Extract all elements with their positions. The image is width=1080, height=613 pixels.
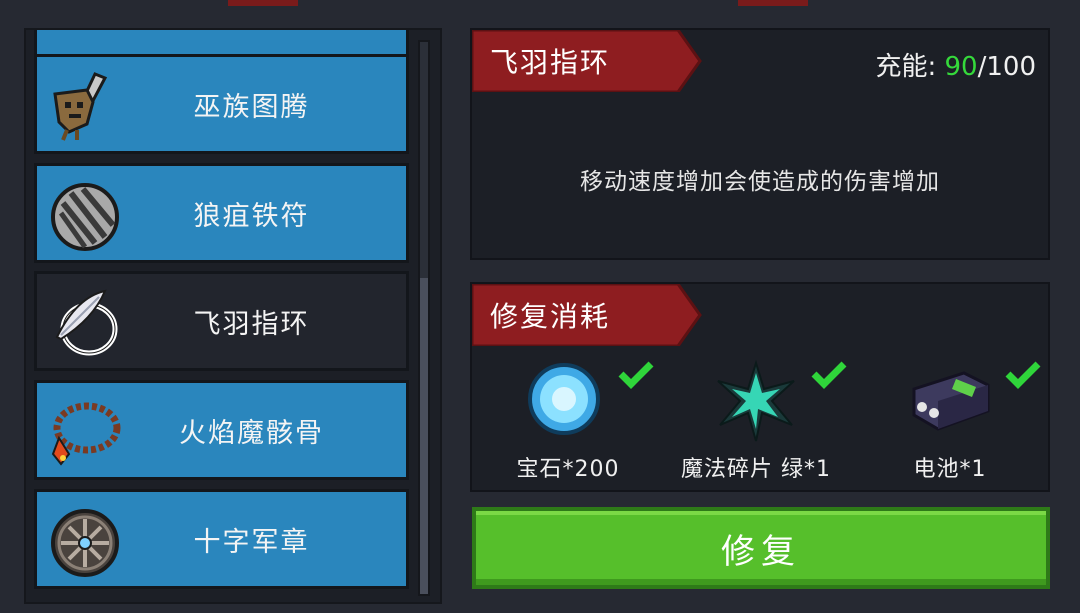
- battery-icon: [904, 359, 996, 447]
- magic-shard-green-icon: [714, 359, 798, 447]
- relic-description: 移动速度增加会使造成的伤害增加: [580, 169, 940, 195]
- check-icon: [618, 359, 654, 393]
- material-battery: 电池*1: [860, 359, 1041, 489]
- material-gem: 宝石*200: [478, 359, 658, 489]
- material-label: 宝石*200: [516, 457, 620, 482]
- list-item-totem[interactable]: 巫族图腾: [34, 54, 409, 154]
- list-item-label: 巫族图腾: [193, 91, 310, 123]
- list-item-feather-ring[interactable]: 飞羽指环: [34, 271, 409, 371]
- relic-info-panel: 飞羽指环 充能: 90/100 移动速度增加会使造成的伤害增加: [470, 28, 1050, 260]
- relic-list[interactable]: 巫族图腾 狼疽铁符 飞羽指环 火焰魔骸骨 十字军章: [24, 28, 442, 604]
- gem-icon: [526, 359, 610, 447]
- relic-title: 飞羽指环: [490, 46, 611, 79]
- top-frame-notch: [228, 0, 298, 6]
- energy-current: 90: [944, 52, 978, 82]
- list-scrollbar[interactable]: [418, 40, 430, 596]
- list-item-label: 火焰魔骸骨: [179, 417, 324, 449]
- cost-title: 修复消耗: [490, 300, 611, 333]
- energy-readout: 充能: 90/100: [875, 46, 1036, 83]
- energy-max: 100: [986, 52, 1036, 82]
- repair-screen: 巫族图腾 狼疽铁符 飞羽指环 火焰魔骸骨 十字军章 飞羽指环 充能: 90/10…: [0, 0, 1080, 613]
- iron-talisman-icon: [47, 181, 122, 251]
- feather-ring-icon: [47, 289, 122, 359]
- list-item-crusader-badge[interactable]: 十字军章: [34, 489, 409, 589]
- check-icon: [1005, 359, 1041, 393]
- list-item-fire-bone[interactable]: 火焰魔骸骨: [34, 380, 409, 480]
- scrollbar-thumb[interactable]: [420, 278, 428, 594]
- list-item-label: 狼疽铁符: [193, 200, 310, 232]
- list-item-label: [157, 30, 406, 57]
- check-icon: [811, 359, 847, 393]
- crusader-badge-icon: [47, 507, 122, 577]
- cost-ribbon: 修复消耗: [472, 284, 702, 346]
- material-magic-shard: 魔法碎片 绿*1: [666, 359, 847, 489]
- repair-cost-panel: 修复消耗 宝石*200 魔法碎片 绿*1 电池*1: [470, 282, 1050, 492]
- top-frame-notch: [738, 0, 808, 6]
- list-item-label: 十字军章: [193, 526, 310, 558]
- totem-icon: [47, 72, 122, 142]
- list-item-label: 飞羽指环: [193, 308, 310, 340]
- material-label: 电池*1: [913, 457, 987, 482]
- fire-bone-necklace-icon: [47, 398, 122, 468]
- repair-button[interactable]: 修复: [472, 507, 1050, 589]
- title-ribbon: 飞羽指环: [472, 30, 702, 92]
- list-item-iron-talisman[interactable]: 狼疽铁符: [34, 163, 409, 263]
- energy-label: 充能:: [875, 52, 937, 82]
- material-label: 魔法碎片 绿*1: [681, 457, 831, 482]
